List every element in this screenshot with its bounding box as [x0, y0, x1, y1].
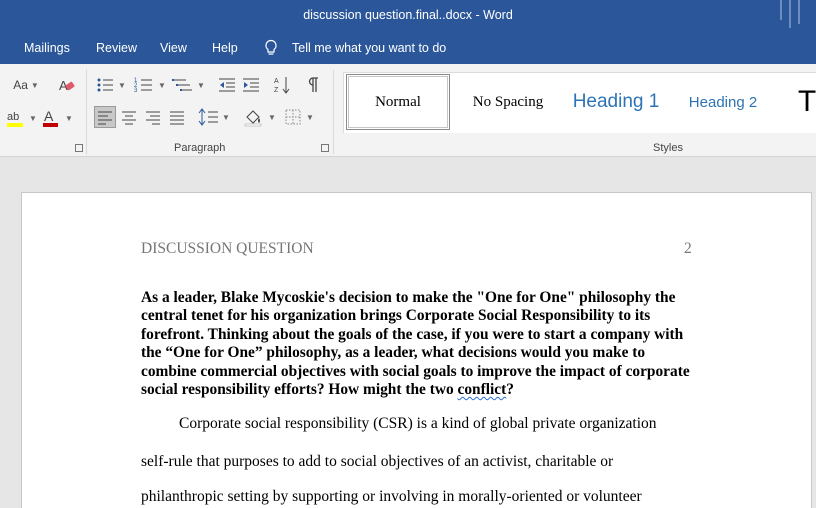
svg-text:▼: ▼	[158, 81, 166, 90]
window-title: discussion question.final..docx - Word	[303, 8, 513, 22]
tab-help[interactable]: Help	[212, 41, 238, 55]
style-title[interactable]: T	[792, 73, 816, 131]
separator	[86, 70, 87, 154]
body-line-2: self-rule that purposes to add to social…	[141, 453, 614, 470]
highlight-color-icon[interactable]: ab ▼	[6, 108, 38, 130]
question-text: As a leader, Blake Mycoskie's decision t…	[141, 289, 690, 399]
styles-group-label: Styles	[653, 142, 683, 154]
style-normal[interactable]: Normal	[346, 74, 450, 130]
styles-gallery: Normal No Spacing Heading 1 Heading 2 T	[343, 72, 816, 133]
borders-icon[interactable]: ▼	[284, 107, 318, 127]
svg-text:3: 3	[134, 88, 138, 94]
discussion-question: As a leader, Blake Mycoskie's decision t…	[141, 289, 701, 399]
font-color-icon[interactable]: A ▼	[42, 108, 74, 130]
svg-text:▼: ▼	[222, 113, 230, 122]
window-pattern-icon	[773, 0, 800, 28]
document-page[interactable]: DISCUSSION QUESTION 2 As a leader, Blake…	[21, 192, 812, 508]
svg-text:▼: ▼	[306, 113, 314, 122]
change-case-label: Aa	[13, 78, 28, 92]
body-line-1: Corporate social responsibility (CSR) is…	[179, 415, 657, 432]
justify-icon[interactable]	[168, 107, 186, 127]
svg-text:ab: ab	[7, 111, 19, 123]
lightbulb-icon[interactable]	[264, 39, 278, 57]
svg-text:A: A	[44, 108, 54, 124]
style-heading-2[interactable]: Heading 2	[680, 73, 766, 131]
svg-text:▼: ▼	[268, 113, 276, 122]
font-dialog-launcher[interactable]	[75, 144, 83, 152]
svg-text:▼: ▼	[65, 114, 73, 123]
shading-icon[interactable]: ▼	[244, 107, 278, 127]
spelling-flagged-word[interactable]: conflict	[458, 381, 507, 398]
align-center-icon[interactable]	[120, 107, 138, 127]
svg-text:▼: ▼	[118, 81, 126, 90]
decrease-indent-icon[interactable]	[218, 76, 236, 94]
svg-text:A: A	[274, 78, 279, 85]
tell-me-search[interactable]: Tell me what you want to do	[292, 41, 446, 55]
change-case-button[interactable]: Aa ▼	[8, 74, 44, 96]
clear-formatting-icon[interactable]: A	[58, 77, 76, 93]
align-right-icon[interactable]	[144, 107, 162, 127]
paragraph-group-label: Paragraph	[174, 142, 226, 154]
separator	[333, 70, 334, 154]
bullets-icon[interactable]: ▼	[96, 76, 128, 94]
ribbon: Aa ▼ A ab ▼ A ▼ ▼ 1 2 3 ▼ ▼ A Z ▼ ▼ ▼ Pa…	[0, 64, 816, 157]
multilevel-list-icon[interactable]: ▼	[172, 76, 206, 94]
style-heading-1[interactable]: Heading 1	[566, 73, 666, 131]
svg-text:▼: ▼	[197, 81, 205, 90]
body-line-3: philanthropic setting by supporting or i…	[141, 488, 642, 505]
tab-view[interactable]: View	[160, 41, 187, 55]
align-left-button[interactable]	[94, 106, 116, 128]
running-head: DISCUSSION QUESTION	[141, 240, 314, 257]
increase-indent-icon[interactable]	[242, 76, 260, 94]
line-spacing-icon[interactable]: ▼	[198, 107, 232, 127]
align-left-icon	[98, 111, 112, 125]
numbering-icon[interactable]: 1 2 3 ▼	[134, 76, 168, 94]
tab-mailings[interactable]: Mailings	[24, 41, 70, 55]
show-formatting-marks-icon[interactable]	[306, 76, 320, 94]
style-no-spacing[interactable]: No Spacing	[460, 73, 556, 131]
paragraph-dialog-launcher[interactable]	[321, 144, 329, 152]
page-number: 2	[684, 240, 692, 257]
tab-review[interactable]: Review	[96, 41, 137, 55]
title-bar: discussion question.final..docx - Word	[0, 0, 816, 34]
question-end: ?	[506, 381, 514, 399]
svg-text:Z: Z	[274, 87, 279, 94]
svg-text:▼: ▼	[29, 114, 37, 123]
ribbon-tabs: Mailings Review View Help Tell me what y…	[0, 34, 816, 64]
sort-icon[interactable]: AZ	[274, 75, 292, 95]
